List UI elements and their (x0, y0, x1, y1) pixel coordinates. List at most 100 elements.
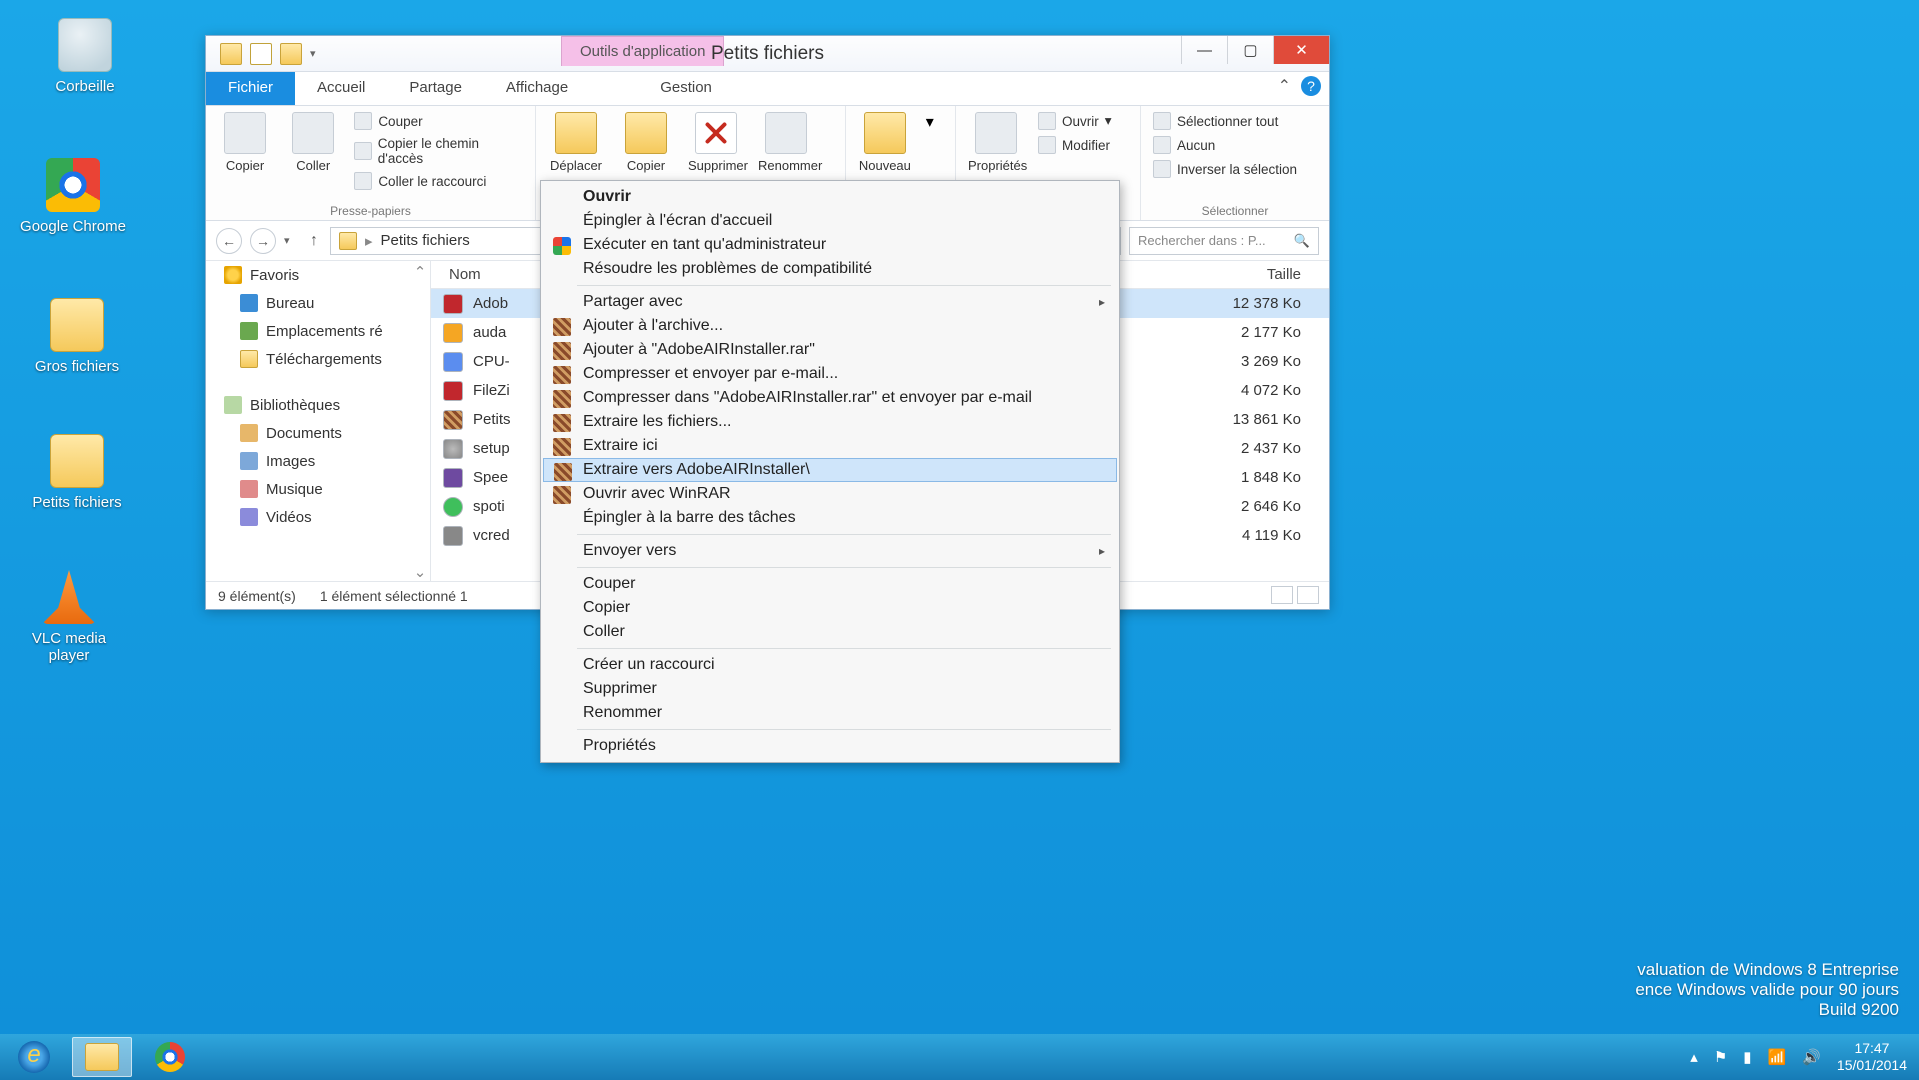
ribbon-select-none[interactable]: Aucun (1153, 136, 1297, 154)
context-menu-item[interactable]: Ajouter à l'archive... (543, 314, 1117, 338)
sidebar-item-videos[interactable]: Vidéos (206, 503, 430, 531)
back-button[interactable]: ← (216, 228, 242, 254)
sidebar-libraries-header[interactable]: Bibliothèques (206, 391, 430, 419)
clock[interactable]: 17:47 15/01/2014 (1837, 1040, 1907, 1074)
history-dropdown[interactable]: ▾ (284, 234, 298, 247)
view-tiles-button[interactable] (1297, 586, 1319, 604)
open-icon (1038, 112, 1056, 130)
tab-partage[interactable]: Partage (387, 72, 484, 105)
context-menu-item[interactable]: Extraire vers AdobeAIRInstaller\ (543, 458, 1117, 482)
context-menu-item[interactable]: Créer un raccourci (543, 653, 1117, 677)
ribbon-new-dropdown[interactable]: ▾ (926, 112, 943, 132)
desktop-icon[interactable]: Petits fichiers (22, 434, 132, 511)
tab-gestion[interactable]: Gestion (638, 72, 734, 105)
status-count: 9 élément(s) (218, 588, 296, 604)
taskbar-explorer[interactable] (72, 1037, 132, 1077)
desktop-icon (240, 294, 258, 312)
file-icon (443, 410, 463, 430)
context-menu-item[interactable]: Propriétés (543, 734, 1117, 758)
sidebar-item-bureau[interactable]: Bureau (206, 289, 430, 317)
qat-item[interactable] (280, 43, 302, 65)
search-input[interactable]: Rechercher dans : P... 🔍 (1129, 227, 1319, 255)
forward-button[interactable]: → (250, 228, 276, 254)
context-menu-item[interactable]: Épingler à la barre des tâches (543, 506, 1117, 530)
tray-overflow[interactable]: ▴ (1690, 1048, 1698, 1066)
scroll-down[interactable]: ⌄ (412, 563, 428, 579)
search-icon: 🔍 (1294, 233, 1310, 249)
qat-item[interactable] (250, 43, 272, 65)
ribbon-new[interactable]: Nouveau (858, 112, 912, 173)
tab-affichage[interactable]: Affichage (484, 72, 590, 105)
context-menu-item[interactable]: Résoudre les problèmes de compatibilité (543, 257, 1117, 281)
ribbon-delete[interactable]: Supprimer (688, 112, 744, 173)
tab-accueil[interactable]: Accueil (295, 72, 387, 105)
minimize-button[interactable]: — (1181, 36, 1227, 64)
qat-more[interactable]: ▾ (310, 47, 324, 60)
help-button[interactable]: ? (1301, 76, 1321, 96)
sidebar-item-documents[interactable]: Documents (206, 419, 430, 447)
sidebar-item-musique[interactable]: Musique (206, 475, 430, 503)
context-menu-item[interactable]: Ouvrir (543, 185, 1117, 209)
context-menu-item[interactable]: Extraire les fichiers... (543, 410, 1117, 434)
view-details-button[interactable] (1271, 586, 1293, 604)
context-menu-item[interactable]: Copier (543, 596, 1117, 620)
context-menu-item[interactable]: Compresser dans "AdobeAIRInstaller.rar" … (543, 386, 1117, 410)
desktop-icon[interactable]: VLC media player (14, 570, 124, 664)
battery-icon[interactable]: ▮ (1743, 1048, 1751, 1066)
taskbar-chrome[interactable] (140, 1037, 200, 1077)
ribbon-open[interactable]: Ouvrir ▾ (1038, 112, 1112, 130)
contextual-tab[interactable]: Outils d'application (561, 36, 724, 66)
ribbon-edit[interactable]: Modifier (1038, 136, 1112, 154)
sidebar-item-emplacements[interactable]: Emplacements ré (206, 317, 430, 345)
context-menu-item[interactable]: Exécuter en tant qu'administrateur (543, 233, 1117, 257)
ribbon-properties[interactable]: Propriétés (968, 112, 1024, 173)
ribbon-rename[interactable]: Renommer (758, 112, 814, 173)
ribbon-paste[interactable]: Coller (286, 112, 340, 173)
menu-item-icon (553, 390, 571, 408)
file-size: 1 848 Ko (1179, 469, 1329, 486)
sidebar-item-telechargements[interactable]: Téléchargements (206, 345, 430, 373)
videos-icon (240, 508, 258, 526)
collapse-ribbon-button[interactable]: ⌃ (1278, 76, 1291, 96)
context-menu-item[interactable]: Ajouter à "AdobeAIRInstaller.rar" (543, 338, 1117, 362)
maximize-button[interactable]: ▢ (1227, 36, 1273, 64)
ribbon-invert-selection[interactable]: Inverser la sélection (1153, 160, 1297, 178)
ribbon-copy-to[interactable]: Copier (618, 112, 674, 173)
context-menu-item[interactable]: Partager avec (543, 290, 1117, 314)
desktop-icon[interactable]: Google Chrome (18, 158, 128, 235)
folder-icon[interactable] (220, 43, 242, 65)
ribbon-copy-path[interactable]: Copier le chemin d'accès (354, 136, 523, 166)
context-menu-item[interactable]: Renommer (543, 701, 1117, 725)
column-size[interactable]: Taille (1179, 261, 1329, 288)
ribbon-cut[interactable]: Couper (354, 112, 523, 130)
up-button[interactable]: ↑ (306, 232, 322, 250)
flag-icon[interactable]: ⚑ (1714, 1048, 1727, 1066)
breadcrumb-segment[interactable]: Petits fichiers (381, 232, 470, 249)
menu-separator (577, 285, 1111, 286)
menu-item-icon (553, 438, 571, 456)
context-menu-item[interactable]: Épingler à l'écran d'accueil (543, 209, 1117, 233)
context-menu-item[interactable]: Envoyer vers (543, 539, 1117, 563)
desktop-icon[interactable]: Gros fichiers (22, 298, 132, 375)
context-menu-item[interactable]: Ouvrir avec WinRAR (543, 482, 1117, 506)
context-menu-item[interactable]: Couper (543, 572, 1117, 596)
context-menu-item[interactable]: Coller (543, 620, 1117, 644)
context-menu-item[interactable]: Supprimer (543, 677, 1117, 701)
ribbon-select-all[interactable]: Sélectionner tout (1153, 112, 1297, 130)
sidebar-favorites-header[interactable]: Favoris (206, 261, 430, 289)
context-menu-item[interactable]: Extraire ici (543, 434, 1117, 458)
ribbon-copy[interactable]: Copier (218, 112, 272, 173)
scroll-up[interactable]: ⌃ (412, 263, 428, 279)
documents-icon (240, 424, 258, 442)
ribbon-move[interactable]: Déplacer (548, 112, 604, 173)
ribbon-paste-shortcut[interactable]: Coller le raccourci (354, 172, 523, 190)
network-icon[interactable]: 📶 (1768, 1048, 1787, 1066)
tab-file[interactable]: Fichier (206, 72, 295, 105)
taskbar-ie[interactable] (4, 1037, 64, 1077)
context-menu-item[interactable]: Compresser et envoyer par e-mail... (543, 362, 1117, 386)
desktop-icon[interactable]: Corbeille (30, 18, 140, 95)
volume-icon[interactable]: 🔊 (1802, 1048, 1821, 1066)
menu-separator (577, 648, 1111, 649)
sidebar-item-images[interactable]: Images (206, 447, 430, 475)
close-button[interactable]: ✕ (1273, 36, 1329, 64)
